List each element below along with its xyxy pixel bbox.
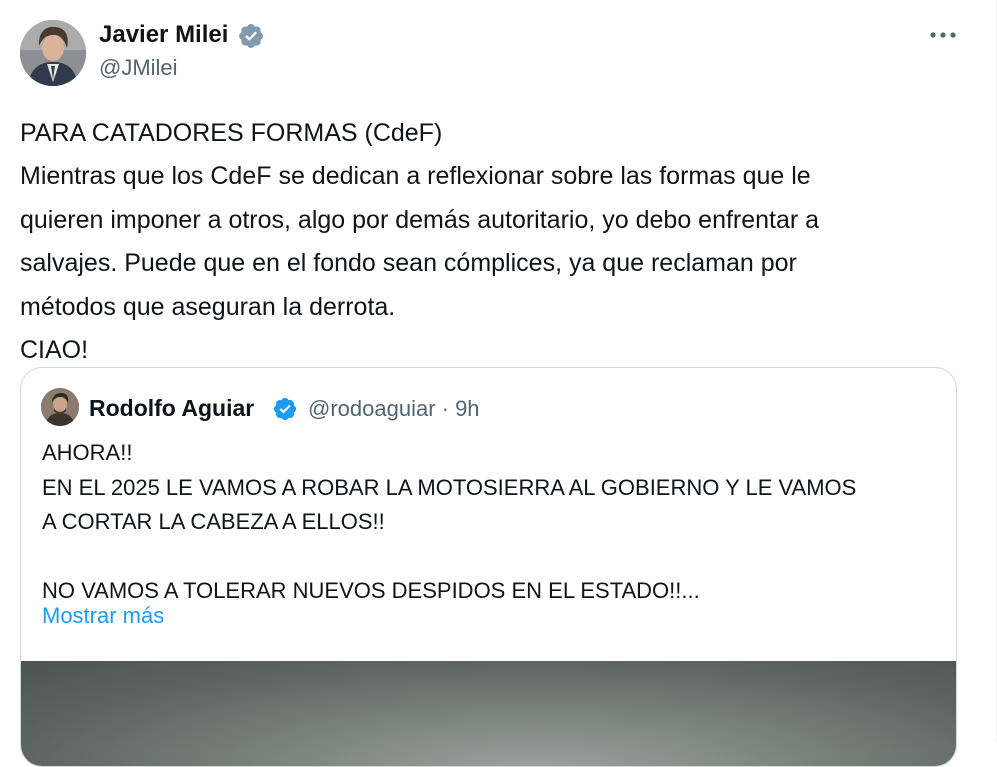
tweet-text: PARA CATADORES FORMAS (CdeF) Mientras qu…	[20, 112, 970, 372]
tweet-text-line: CIAO!	[20, 335, 89, 364]
tweet-text-line: PARA CATADORES FORMAS (CdeF)	[20, 119, 443, 147]
quoted-author-name[interactable]: Rodolfo Aguiar	[89, 393, 254, 423]
quoted-text-line: NO VAMOS A TOLERAR NUEVOS DESPIDOS EN EL…	[42, 578, 700, 604]
show-more-link[interactable]: Mostrar más	[42, 601, 164, 631]
author-name[interactable]: Javier Milei	[99, 19, 228, 51]
quoted-author-avatar[interactable]	[41, 388, 79, 426]
quoted-text-line	[42, 540, 942, 575]
quoted-text-line: EN EL 2025 LE VAMOS A ROBAR LA MOTOSIERR…	[42, 474, 857, 500]
tweet-text-line: métodos que aseguran la derrota.	[20, 292, 396, 321]
author-avatar[interactable]	[20, 20, 86, 86]
more-horizontal-icon	[930, 32, 956, 38]
verified-badge-icon	[239, 24, 263, 48]
verified-badge-icon	[273, 397, 297, 421]
quoted-tweet-text: AHORA!! EN EL 2025 LE VAMOS A ROBAR LA M…	[42, 436, 942, 609]
quoted-media-image[interactable]	[21, 661, 956, 766]
quoted-text-line: AHORA!!	[42, 440, 133, 465]
tweet-text-line: quieren imponer a otros, algo por demás …	[20, 205, 820, 234]
more-options-button[interactable]	[921, 20, 965, 50]
quoted-tweet-card[interactable]: Rodolfo Aguiar @rodoaguiar · 9h AHORA!! …	[20, 367, 957, 767]
quoted-text-line: A CORTAR LA CABEZA A ELLOS!!	[42, 509, 385, 535]
author-handle[interactable]: @JMilei	[99, 53, 178, 83]
tweet-text-line: Mientras que los CdeF se dedican a refle…	[20, 162, 811, 191]
profile-photo	[20, 20, 86, 86]
tweet-text-line: salvajes. Puede que en el fondo sean cóm…	[20, 249, 797, 278]
profile-photo	[41, 388, 79, 426]
quoted-author-handle-time[interactable]: @rodoaguiar · 9h	[308, 394, 480, 424]
